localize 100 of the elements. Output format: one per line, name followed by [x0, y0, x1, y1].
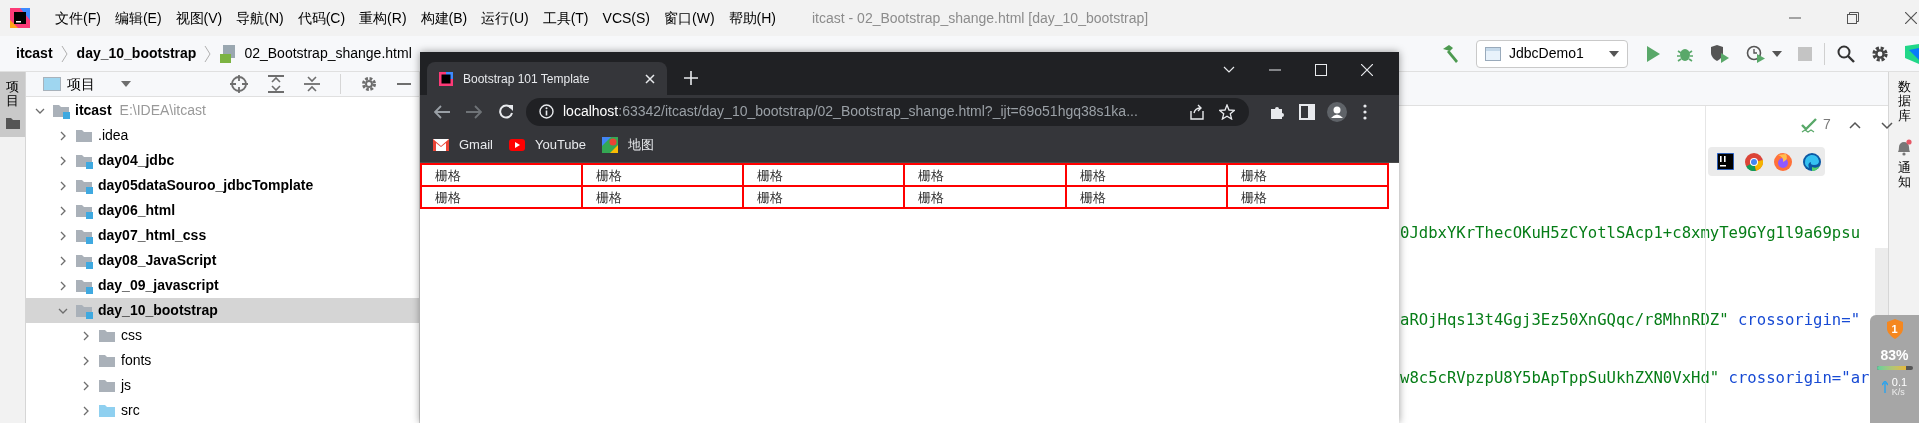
reload-icon[interactable] [498, 103, 514, 120]
folder-path: E:\IDEA\itcast [119, 101, 206, 120]
menu-item[interactable]: 文件(F) [55, 7, 101, 29]
firefox-icon[interactable] [1774, 152, 1792, 171]
breadcrumb-item[interactable]: itcast [16, 43, 53, 64]
settings-icon[interactable] [361, 76, 377, 92]
grid-cell: 栅格 [1226, 164, 1388, 186]
tree-item[interactable]: day_09_javascript [26, 273, 419, 298]
tool-window-button[interactable]: 项目 [0, 72, 25, 137]
menu-item[interactable]: 代码(C) [297, 7, 346, 29]
menu-item[interactable]: 导航(N) [236, 7, 284, 29]
star-icon[interactable] [1219, 103, 1235, 120]
bookmark-link[interactable]: Gmail [433, 135, 493, 155]
tree-item[interactable]: src [26, 398, 419, 423]
mail-icon [433, 139, 449, 151]
tree-item[interactable]: day06_html [26, 198, 419, 223]
chevron-right-icon [60, 44, 69, 63]
back-icon[interactable] [434, 104, 450, 119]
close-icon[interactable] [1905, 12, 1917, 24]
grid-cell: 栅格 [1226, 186, 1388, 208]
grid-cell: 栅格 [1065, 186, 1227, 208]
expand-all-icon[interactable] [268, 75, 284, 93]
badge-count: 1 [1891, 321, 1898, 337]
share-icon[interactable] [1189, 103, 1205, 120]
grid-cell: 栅格 [1065, 164, 1227, 186]
menu-item[interactable]: 构建(B) [420, 7, 468, 29]
speed-unit: K/s [1891, 388, 1905, 398]
code-attribute: crossorigin=" [1738, 309, 1861, 331]
run-icon[interactable] [1646, 45, 1660, 62]
caret-down-icon [1609, 50, 1619, 57]
forward-icon[interactable] [466, 104, 482, 119]
tree-item[interactable]: day04_jdbc [26, 148, 419, 173]
profile-icon[interactable] [1327, 101, 1347, 122]
edge-icon[interactable] [1803, 152, 1821, 171]
folder-icon [5, 116, 20, 129]
menu-item[interactable]: 帮助(H) [728, 7, 776, 29]
scrollbar[interactable] [1875, 248, 1888, 315]
caret-down-icon[interactable] [1772, 50, 1782, 57]
run-configuration-dropdown[interactable]: JdbcDemo1 [1476, 39, 1628, 68]
panel-icon [43, 77, 61, 91]
maximize-icon[interactable] [1315, 64, 1327, 76]
menu-item[interactable]: 工具(T) [542, 7, 589, 29]
app-logo-icon[interactable] [10, 8, 30, 28]
tool-window-button[interactable]: 通知 [1896, 122, 1912, 190]
ide-logo-icon[interactable] [1717, 153, 1734, 170]
tree-item[interactable]: .idea [26, 123, 419, 148]
html-file-icon [220, 44, 237, 63]
shield-play-icon[interactable] [1710, 44, 1730, 63]
code-string: w8c5cRVpzpU8Y5bApTppSuUkhZXN0VxHd" [1400, 367, 1720, 389]
grid-cell: 栅格 [582, 164, 744, 186]
menu-item[interactable]: 运行(U) [481, 7, 529, 29]
grid-cell: 栅格 [582, 186, 744, 208]
tree-item[interactable]: js [26, 373, 419, 398]
chrome-icon[interactable] [1745, 152, 1763, 171]
plus-icon[interactable] [684, 71, 698, 85]
upload-arrow-icon [1881, 381, 1888, 393]
tree-item[interactable]: day_10_bootstrap [26, 298, 419, 323]
settings-icon[interactable] [1871, 44, 1889, 63]
crosshair-icon[interactable] [230, 75, 248, 93]
shield-icon [1886, 319, 1903, 339]
menu-item[interactable]: 视图(V) [175, 7, 223, 29]
clock-play-icon[interactable] [1746, 44, 1766, 63]
bookmark-link[interactable]: 地图 [602, 135, 655, 155]
search-icon[interactable] [1837, 44, 1855, 63]
collapse-all-icon[interactable] [304, 75, 320, 93]
tree-item[interactable]: fonts [26, 348, 419, 373]
inspection-count: 7 [1823, 115, 1831, 134]
restore-icon[interactable] [1847, 12, 1859, 24]
menu-item[interactable]: VCS(S) [602, 7, 650, 29]
grid-cell: 栅格 [904, 186, 1066, 208]
browser-tab[interactable]: Bootstrap 101 Template [427, 62, 667, 95]
bell-icon [1896, 138, 1912, 157]
panel-title: 项目 [67, 74, 95, 94]
tree-item[interactable]: day07_html_css [26, 223, 419, 248]
menu-item[interactable]: 编辑(E) [114, 7, 162, 29]
menu-item[interactable]: 重构(R) [359, 7, 407, 29]
breadcrumb-item[interactable]: 02_Bootstrap_shange.html [244, 43, 412, 64]
grid-cell: 栅格 [743, 186, 905, 208]
tree-item[interactable]: day05dataSouroo_jdbcTomplate [26, 173, 419, 198]
colorful-logo-icon[interactable] [1905, 43, 1919, 64]
side-panel-icon[interactable] [1299, 103, 1315, 120]
window-title: itcast - 02_Bootstrap_shange.html [day_10_bootstrap] [812, 8, 1149, 28]
caret-down-icon[interactable] [121, 81, 131, 87]
tree-item[interactable]: css [26, 323, 419, 348]
double-check-icon[interactable] [1801, 116, 1817, 133]
more-icon[interactable] [1363, 103, 1367, 120]
minimize-icon[interactable] [397, 82, 411, 86]
breadcrumb-item[interactable]: day_10_bootstrap [76, 43, 197, 64]
favicon-icon [439, 71, 453, 86]
address-bar[interactable]: localhost:63342/itcast/day_10_bootstrap/02_Bootstrap_shange.html?_ijt=69o51hgq38s1ka... [526, 97, 1249, 126]
tree-item[interactable]: day08_JavaScript [26, 248, 419, 273]
tool-window-button[interactable]: 数据库 [1897, 72, 1911, 123]
grid-cell: 栅格 [904, 164, 1066, 186]
bookmark-link[interactable]: YouTube [508, 135, 587, 155]
tree-item[interactable]: itcast E:\IDEA\itcast [26, 98, 419, 123]
grid-cell: 栅格 [743, 164, 905, 186]
grid-cell: 栅格 [421, 164, 583, 186]
code-attribute: crossorigin="ar [1728, 367, 1870, 389]
menu-item[interactable]: 窗口(W) [664, 7, 715, 29]
chevron-down-icon[interactable] [1223, 66, 1235, 74]
